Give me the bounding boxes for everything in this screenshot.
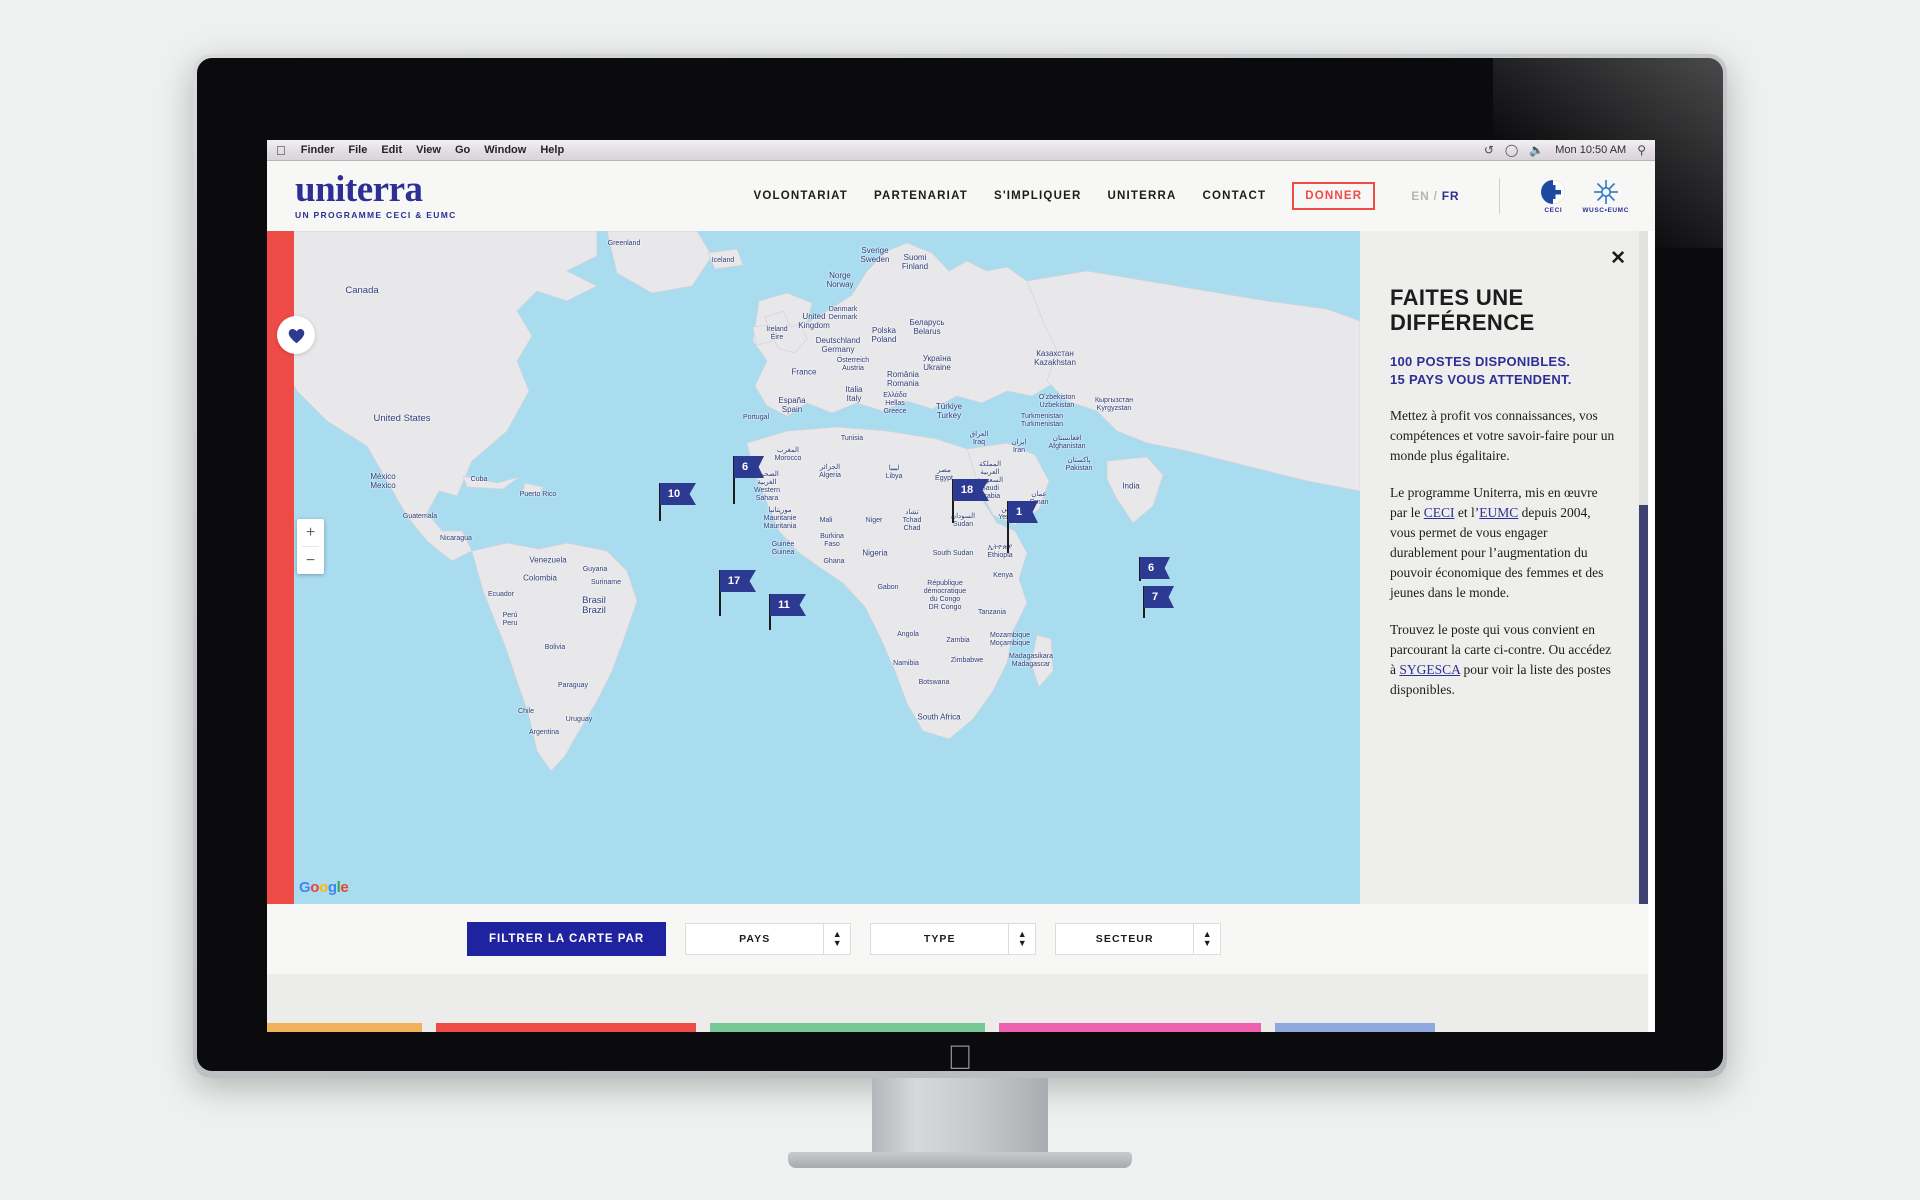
footer-color-bar bbox=[1275, 1023, 1435, 1032]
wusc-eumc-logo[interactable]: WUSC•EUMC bbox=[1582, 179, 1629, 214]
partner-logos: CECI WUSC•EUMC bbox=[1540, 179, 1629, 214]
panel-subtitle-line2: 15 PAYS VOUS ATTENDENT. bbox=[1390, 372, 1572, 387]
panel-scrollbar-track[interactable] bbox=[1639, 231, 1648, 904]
lang-en[interactable]: EN bbox=[1411, 189, 1429, 203]
footer-color-bar bbox=[436, 1023, 696, 1032]
site-header: uniterra UN PROGRAMME CECI & EUMC VOLONT… bbox=[267, 161, 1655, 231]
menu-item-help[interactable]: Help bbox=[540, 144, 564, 156]
google-attribution-logo: Google bbox=[299, 879, 349, 896]
chevron-updown-icon[interactable]: ▲ ▼ bbox=[1193, 924, 1220, 954]
lang-fr[interactable]: FR bbox=[1442, 189, 1460, 203]
macos-menu-bar:  Finder File Edit View Go Window Help ↺… bbox=[267, 140, 1655, 161]
sygesca-link[interactable]: SYGESCA bbox=[1399, 662, 1460, 677]
menu-bar-clock[interactable]: Mon 10:50 AM bbox=[1555, 144, 1626, 156]
monitor-stand-neck bbox=[872, 1078, 1048, 1156]
filter-secteur-value: SECTEUR bbox=[1095, 933, 1154, 945]
language-switcher: EN / FR bbox=[1411, 189, 1459, 203]
google-map[interactable]: + − Google Canada United States México Mex… bbox=[267, 231, 1360, 904]
nav-contact[interactable]: CONTACT bbox=[1202, 190, 1266, 202]
panel-scrollbar-thumb[interactable] bbox=[1639, 505, 1648, 904]
notification-icon[interactable]: ◯ bbox=[1505, 144, 1518, 156]
filter-map-button[interactable]: FILTRER LA CARTE PAR bbox=[467, 922, 667, 956]
lang-separator: / bbox=[1433, 189, 1438, 203]
footer-color-bar bbox=[710, 1023, 985, 1032]
filter-type-value: TYPE bbox=[923, 933, 956, 945]
nav-simpliquer[interactable]: S'IMPLIQUER bbox=[994, 190, 1082, 202]
google-logo-letter: g bbox=[327, 879, 337, 896]
menu-item-finder[interactable]: Finder bbox=[301, 144, 335, 156]
ceci-logo-caption: CECI bbox=[1544, 206, 1563, 214]
wusc-snowflake-icon bbox=[1593, 179, 1618, 204]
menu-item-window[interactable]: Window bbox=[484, 144, 526, 156]
map-landmasses bbox=[267, 231, 1360, 772]
panel-paragraph-1: Mettez à profit vos connaissances, vos c… bbox=[1390, 408, 1615, 463]
page-content: + − Google Canada United States México Mex… bbox=[267, 231, 1655, 1032]
google-logo-letter: G bbox=[299, 879, 311, 896]
heart-icon bbox=[288, 328, 304, 343]
menu-item-edit[interactable]: Edit bbox=[381, 144, 402, 156]
p2-text-b: et l’ bbox=[1454, 505, 1480, 520]
map-zoom-in-button[interactable]: + bbox=[297, 519, 324, 546]
nav-uniterra[interactable]: UNITERRA bbox=[1107, 190, 1176, 202]
footer-color-bar bbox=[267, 1023, 422, 1032]
nav-volontariat[interactable]: VOLONTARIAT bbox=[753, 190, 848, 202]
site-footer bbox=[267, 974, 1648, 1032]
monitor-stand-foot bbox=[788, 1152, 1132, 1168]
filter-type[interactable]: TYPE ▲ ▼ bbox=[870, 923, 1037, 955]
spotlight-search-icon[interactable]: ⚲ bbox=[1637, 144, 1646, 156]
panel-subtitle-line1: 100 POSTES DISPONIBLES. bbox=[1390, 354, 1571, 369]
panel-subtitle: 100 POSTES DISPONIBLES. 15 PAYS VOUS ATT… bbox=[1390, 353, 1618, 389]
favorites-heart-button[interactable] bbox=[277, 316, 315, 354]
footer-color-bars bbox=[267, 1023, 1648, 1032]
menu-item-go[interactable]: Go bbox=[455, 144, 470, 156]
filter-pays[interactable]: PAYS ▲ ▼ bbox=[685, 923, 852, 955]
close-icon[interactable]: ✕ bbox=[1610, 249, 1626, 268]
screen-content:  Finder File Edit View Go Window Help ↺… bbox=[267, 140, 1655, 1032]
info-panel: ✕ FAITES UNE DIFFÉRENCE 100 POSTES DISPO… bbox=[1360, 231, 1648, 904]
ceci-logo[interactable]: CECI bbox=[1540, 179, 1566, 214]
chevron-updown-icon[interactable]: ▲ ▼ bbox=[823, 924, 850, 954]
main-navigation: VOLONTARIAT PARTENARIAT S'IMPLIQUER UNIT… bbox=[457, 178, 1629, 214]
panel-paragraph-2: Le programme Uniterra, mis en œuvre par … bbox=[1390, 483, 1618, 603]
nav-partenariat[interactable]: PARTENARIAT bbox=[874, 190, 968, 202]
filter-pays-value: PAYS bbox=[739, 933, 771, 945]
map-filter-bar: FILTRER LA CARTE PAR PAYS ▲ ▼ TYPE ▲ ▼ SEC… bbox=[267, 904, 1648, 974]
ceci-link[interactable]: CECI bbox=[1424, 505, 1455, 520]
header-divider bbox=[1499, 178, 1501, 214]
filter-secteur[interactable]: SECTEUR ▲ ▼ bbox=[1055, 923, 1222, 955]
time-machine-icon[interactable]: ↺ bbox=[1484, 144, 1494, 156]
wusc-logo-caption: WUSC•EUMC bbox=[1582, 206, 1629, 214]
menu-item-file[interactable]: File bbox=[348, 144, 367, 156]
uniterra-logo[interactable]: uniterra UN PROGRAMME CECI & EUMC bbox=[295, 169, 457, 220]
map-zoom-out-button[interactable]: − bbox=[297, 547, 324, 574]
logo-tagline: UN PROGRAMME CECI & EUMC bbox=[295, 210, 457, 220]
logo-wordmark: uniterra bbox=[295, 169, 423, 210]
panel-title: FAITES UNE DIFFÉRENCE bbox=[1390, 285, 1535, 335]
panel-paragraph-3: Trouvez le poste qui vous convient en pa… bbox=[1390, 620, 1618, 700]
apple-menu-icon[interactable]:  bbox=[276, 144, 286, 157]
menu-item-view[interactable]: View bbox=[416, 144, 441, 156]
volume-icon[interactable]: 🔈 bbox=[1529, 144, 1544, 156]
chevron-updown-icon[interactable]: ▲ ▼ bbox=[1008, 924, 1035, 954]
eumc-link[interactable]: EUMC bbox=[1479, 505, 1518, 520]
apple-chin-logo-icon:  bbox=[945, 1041, 975, 1077]
donate-button[interactable]: DONNER bbox=[1292, 182, 1376, 210]
google-logo-letter: o bbox=[319, 879, 328, 896]
map-zoom-controls[interactable]: + − bbox=[297, 519, 324, 574]
footer-color-bar bbox=[999, 1023, 1261, 1032]
ceci-mark-icon bbox=[1541, 179, 1566, 204]
google-logo-letter: e bbox=[340, 879, 349, 896]
google-logo-letter: o bbox=[310, 879, 320, 896]
